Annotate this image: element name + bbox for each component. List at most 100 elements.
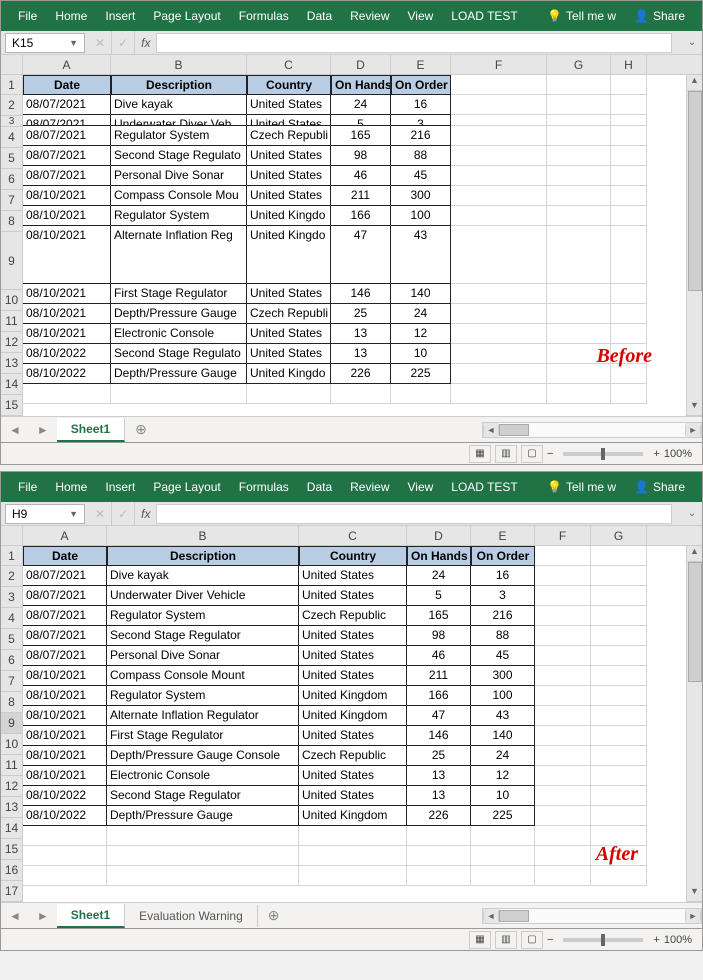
cell[interactable] <box>299 846 407 866</box>
cell[interactable]: United States <box>299 586 407 606</box>
cell[interactable]: 5 <box>407 586 471 606</box>
empty-cell[interactable] <box>547 126 611 146</box>
empty-cell[interactable] <box>451 166 547 186</box>
cell[interactable] <box>23 384 111 404</box>
enter-icon[interactable]: ✓ <box>112 502 135 525</box>
empty-cell[interactable] <box>611 186 647 206</box>
expand-formula-icon[interactable]: ⌄ <box>682 37 702 48</box>
ribbon-tab-load-test[interactable]: LOAD TEST <box>442 480 526 494</box>
col-header-E[interactable]: E <box>471 526 535 545</box>
col-header-C[interactable]: C <box>247 55 331 74</box>
cell[interactable]: 3 <box>471 586 535 606</box>
row-header-9[interactable]: 9 <box>1 232 23 290</box>
row-header-5[interactable]: 5 <box>1 148 23 169</box>
cell[interactable]: United States <box>299 566 407 586</box>
cell[interactable]: Dive kayak <box>107 566 299 586</box>
col-header-F[interactable]: F <box>535 526 591 545</box>
page-layout-view-icon[interactable]: ▥ <box>495 931 517 949</box>
cell[interactable]: Regulator System <box>107 606 299 626</box>
page-break-view-icon[interactable]: ▢ <box>521 931 543 949</box>
cell[interactable]: United States <box>247 324 331 344</box>
fx-label[interactable]: fx <box>135 36 156 50</box>
cell[interactable]: 24 <box>391 304 451 324</box>
ribbon-tab-home[interactable]: Home <box>46 9 96 23</box>
sheet-tab-sheet1[interactable]: Sheet1 <box>57 418 125 442</box>
cell[interactable] <box>407 846 471 866</box>
cell[interactable]: 08/07/2021 <box>23 646 107 666</box>
ribbon-tab-review[interactable]: Review <box>341 9 398 23</box>
cell[interactable]: 140 <box>471 726 535 746</box>
cell[interactable] <box>331 384 391 404</box>
cell[interactable] <box>23 866 107 886</box>
cell[interactable]: United States <box>299 646 407 666</box>
cell[interactable]: 12 <box>391 324 451 344</box>
empty-cell[interactable] <box>535 626 591 646</box>
cell[interactable]: 08/10/2021 <box>23 726 107 746</box>
cell[interactable]: Compass Console Mount <box>107 666 299 686</box>
normal-view-icon[interactable]: ▦ <box>469 445 491 463</box>
cell[interactable]: 146 <box>407 726 471 746</box>
col-header-A[interactable]: A <box>23 55 111 74</box>
cell[interactable]: 100 <box>391 206 451 226</box>
cell[interactable]: Second Stage Regulato <box>111 344 247 364</box>
share-button[interactable]: 👤Share <box>625 480 694 494</box>
col-header-F[interactable]: F <box>451 55 547 74</box>
cell[interactable]: 08/07/2021 <box>23 126 111 146</box>
cell[interactable]: 45 <box>391 166 451 186</box>
cell[interactable]: 08/10/2021 <box>23 706 107 726</box>
cell[interactable]: Underwater Diver Vehicle <box>107 586 299 606</box>
cell[interactable]: Regulator System <box>111 206 247 226</box>
cell[interactable]: 225 <box>471 806 535 826</box>
cell[interactable] <box>299 866 407 886</box>
formula-input[interactable] <box>156 504 672 524</box>
empty-cell[interactable] <box>547 146 611 166</box>
cell[interactable]: 140 <box>391 284 451 304</box>
empty-header-cell[interactable] <box>451 75 547 95</box>
col-header-E[interactable]: E <box>391 55 451 74</box>
empty-cell[interactable] <box>547 226 611 284</box>
cell[interactable]: 08/07/2021 <box>23 115 111 126</box>
cell[interactable]: 08/10/2021 <box>23 324 111 344</box>
cell[interactable]: 08/10/2021 <box>23 686 107 706</box>
ribbon-tab-review[interactable]: Review <box>341 480 398 494</box>
col-header-G[interactable]: G <box>591 526 647 545</box>
empty-cell[interactable] <box>535 866 591 886</box>
empty-cell[interactable] <box>591 706 647 726</box>
cell[interactable]: United States <box>247 284 331 304</box>
cell[interactable]: 13 <box>331 324 391 344</box>
cell[interactable]: 146 <box>331 284 391 304</box>
tab-prev-icon[interactable]: ◄ <box>1 423 29 437</box>
cell[interactable]: Dive kayak <box>111 95 247 115</box>
empty-cell[interactable] <box>611 226 647 284</box>
sheet-tab-evaluation-warning[interactable]: Evaluation Warning <box>125 905 258 927</box>
row-header-2[interactable]: 2 <box>1 566 23 587</box>
cell[interactable] <box>247 384 331 404</box>
ribbon-tab-page-layout[interactable]: Page Layout <box>144 480 229 494</box>
empty-cell[interactable] <box>451 95 547 115</box>
scroll-left-icon[interactable]: ◄ <box>483 911 499 921</box>
cell[interactable] <box>391 384 451 404</box>
empty-cell[interactable] <box>591 786 647 806</box>
empty-cell[interactable] <box>547 166 611 186</box>
row-header-3[interactable]: 3 <box>1 587 23 608</box>
cell[interactable]: Electronic Console <box>111 324 247 344</box>
empty-cell[interactable] <box>535 586 591 606</box>
empty-cell[interactable] <box>535 726 591 746</box>
row-header-6[interactable]: 6 <box>1 169 23 190</box>
empty-cell[interactable] <box>547 384 611 404</box>
cell[interactable]: 10 <box>471 786 535 806</box>
cell[interactable]: Second Stage Regulator <box>107 786 299 806</box>
cell[interactable]: Depth/Pressure Gauge <box>111 304 247 324</box>
cell[interactable]: Underwater Diver Veh <box>111 115 247 126</box>
cell[interactable]: 12 <box>471 766 535 786</box>
expand-formula-icon[interactable]: ⌄ <box>682 508 702 519</box>
cell[interactable]: 226 <box>331 364 391 384</box>
ribbon-tab-insert[interactable]: Insert <box>96 480 144 494</box>
empty-cell[interactable] <box>451 284 547 304</box>
cell[interactable]: Personal Dive Sonar <box>111 166 247 186</box>
empty-cell[interactable] <box>591 686 647 706</box>
empty-cell[interactable] <box>451 344 547 364</box>
row-header-12[interactable]: 12 <box>1 776 23 797</box>
cell[interactable] <box>299 826 407 846</box>
scroll-right-icon[interactable]: ► <box>685 911 701 921</box>
